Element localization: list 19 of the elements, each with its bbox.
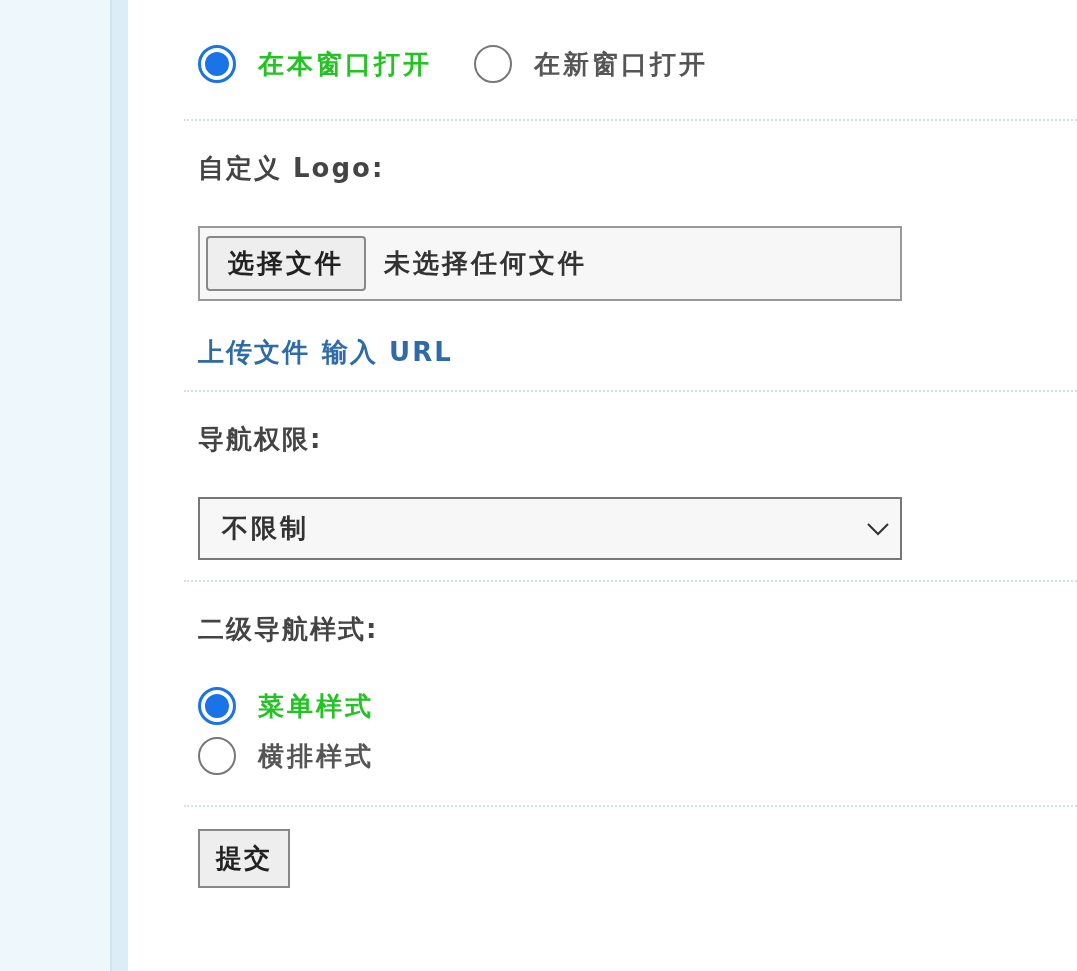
chevron-down-icon — [866, 521, 890, 536]
file-status: 未选择任何文件 — [384, 247, 587, 280]
field-label: 二级导航样式: — [198, 613, 380, 646]
radio-label: 在新窗口打开 — [534, 47, 708, 81]
field-label: 自定义 Logo: — [198, 152, 386, 185]
radio-label: 横排样式 — [258, 739, 374, 773]
radio-button[interactable] — [198, 687, 236, 725]
choose-file-button[interactable]: 选择文件 — [206, 236, 366, 291]
radio-label: 菜单样式 — [258, 689, 374, 723]
radio-button[interactable] — [198, 45, 236, 83]
permission-select[interactable]: 不限制 — [198, 497, 902, 560]
link[interactable]: 上传文件 — [198, 335, 310, 370]
link[interactable]: 输入 URL — [322, 335, 453, 370]
radio-button[interactable] — [198, 737, 236, 775]
file-input[interactable]: 选择文件 未选择任何文件 — [198, 226, 902, 301]
radio-label: 在本窗口打开 — [258, 47, 432, 81]
field-label: 导航权限: — [198, 423, 324, 456]
radio-button[interactable] — [474, 45, 512, 83]
submit-button[interactable]: 提交 — [198, 829, 290, 888]
